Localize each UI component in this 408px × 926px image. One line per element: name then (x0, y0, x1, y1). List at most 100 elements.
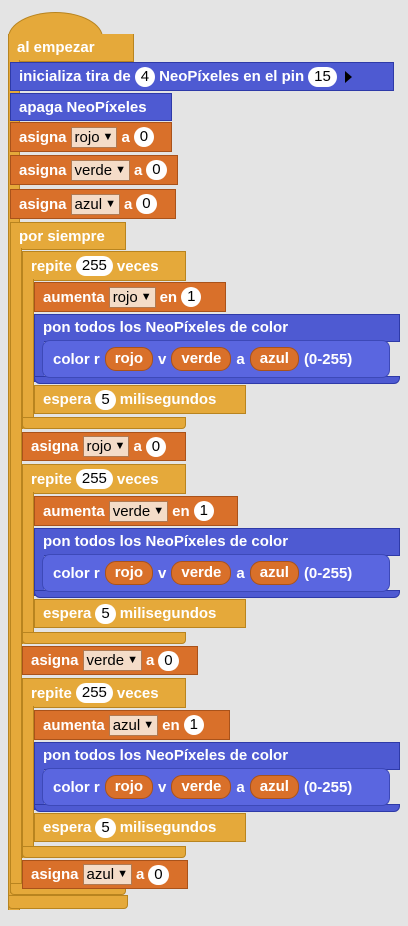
assign-green-block[interactable]: asigna verde ▼ a 0 (10, 155, 178, 185)
repeat-label: repite (31, 684, 72, 702)
assign-blue-block-2[interactable]: asigna azul ▼ a 0 (22, 860, 188, 889)
times-label: veces (116, 257, 159, 275)
v-label: v (158, 564, 167, 582)
value-input[interactable]: 0 (146, 160, 167, 180)
var-pill-blue[interactable]: azul (249, 347, 299, 371)
set-all-color-block-1[interactable]: pon todos los NeoPíxeles de color (34, 314, 400, 342)
repeat-count-input[interactable]: 255 (75, 683, 113, 703)
init-strip-block[interactable]: inicializa tira de 4 NeoPíxeles en el pi… (10, 62, 394, 91)
assign-red-block-2[interactable]: asigna rojo ▼ a 0 (22, 432, 186, 461)
repeat-block-1[interactable]: repite 255 veces (22, 251, 186, 281)
times-label: veces (116, 684, 159, 702)
delay-input[interactable]: 5 (95, 817, 116, 838)
var-pill-blue[interactable]: azul (249, 561, 299, 585)
assign-green-block-2[interactable]: asigna verde ▼ a 0 (22, 646, 198, 675)
repeat-wall-2 (22, 492, 34, 644)
var-pill-red[interactable]: rojo (104, 775, 154, 799)
assign-label: asigna (19, 161, 67, 179)
assign-red-block[interactable]: asigna rojo ▼ a 0 (10, 122, 172, 152)
increase-label: aumenta (43, 288, 105, 306)
var-pill-green[interactable]: verde (171, 561, 232, 585)
color-rgb-block-1[interactable]: color r rojo v verde a azul (0-255) (42, 340, 390, 378)
delay-input[interactable]: 5 (95, 389, 116, 410)
var-pill-green[interactable]: verde (171, 775, 232, 799)
repeat-count-input[interactable]: 255 (75, 469, 113, 489)
increase-label: aumenta (43, 716, 105, 734)
chevron-down-icon: ▼ (105, 197, 116, 210)
set-all-label: pon todos los NeoPíxeles de color (43, 319, 289, 336)
var-dropdown-red[interactable]: rojo ▼ (70, 126, 118, 148)
assign-label: asigna (31, 652, 79, 669)
increase-blue-block[interactable]: aumenta azul ▼ en 1 (34, 710, 230, 740)
var-dropdown-blue[interactable]: azul ▼ (82, 864, 132, 885)
value-input[interactable]: 0 (133, 127, 155, 147)
repeat-block-3[interactable]: repite 255 veces (22, 678, 186, 708)
value-input[interactable]: 0 (136, 194, 157, 214)
assign-blue-block[interactable]: asigna azul ▼ a 0 (10, 189, 176, 219)
led-count-input[interactable]: 4 (134, 66, 156, 87)
turn-off-block[interactable]: apaga NeoPíxeles (10, 93, 172, 121)
var-name: verde (86, 652, 125, 669)
var-pill-red[interactable]: rojo (104, 561, 154, 585)
repeat-wall-3 (22, 706, 34, 858)
al-empezar-label: al empezar (17, 39, 95, 56)
chevron-down-icon: ▼ (143, 718, 155, 731)
by-label: en (162, 716, 180, 734)
increment-input[interactable]: 1 (181, 287, 202, 307)
increase-label: aumenta (43, 502, 105, 520)
assign-label: asigna (19, 128, 67, 146)
var-pill-green[interactable]: verde (171, 347, 232, 371)
var-pill-red[interactable]: rojo (104, 347, 154, 371)
repeat-block-2[interactable]: repite 255 veces (22, 464, 186, 494)
var-name: verde (74, 161, 113, 179)
v-label: v (158, 778, 167, 796)
pin-input[interactable]: 15 (308, 66, 337, 87)
var-dropdown-green[interactable]: verde ▼ (70, 159, 130, 181)
value-input[interactable]: 0 (158, 650, 179, 671)
var-dropdown-blue[interactable]: azul ▼ (70, 193, 120, 215)
wait-block-3[interactable]: espera 5 milisegundos (34, 813, 246, 842)
increase-green-block[interactable]: aumenta verde ▼ en 1 (34, 496, 238, 526)
al-empezar-block[interactable]: al empezar (8, 34, 134, 62)
set-all-label: pon todos los NeoPíxeles de color (43, 747, 289, 764)
color-rgb-block-2[interactable]: color r rojo v verde a azul (0-255) (42, 554, 390, 592)
chevron-down-icon: ▼ (102, 130, 114, 143)
assign-label: asigna (31, 438, 79, 455)
by-label: en (159, 288, 178, 306)
set-all-color-block-2[interactable]: pon todos los NeoPíxeles de color (34, 528, 400, 556)
var-dropdown-blue[interactable]: azul ▼ (108, 714, 159, 736)
color-rgb-block-3[interactable]: color r rojo v verde a azul (0-255) (42, 768, 390, 806)
var-dropdown-green[interactable]: verde ▼ (108, 500, 169, 522)
forever-block[interactable]: por siempre (10, 222, 126, 250)
by-label: en (172, 502, 190, 520)
value-input[interactable]: 0 (148, 864, 169, 885)
forever-wall (10, 248, 22, 893)
var-dropdown-red[interactable]: rojo ▼ (108, 286, 156, 308)
to-label: a (133, 161, 143, 179)
repeat-count-input[interactable]: 255 (75, 256, 113, 276)
var-pill-blue[interactable]: azul (249, 775, 299, 799)
expand-arrow-icon[interactable] (344, 70, 352, 83)
var-name: rojo (112, 288, 138, 306)
color-r-label: color r (53, 778, 100, 796)
increment-input[interactable]: 1 (193, 501, 214, 521)
assign-label: asigna (31, 866, 79, 883)
color-r-label: color r (53, 564, 100, 582)
value-input[interactable]: 0 (145, 436, 167, 457)
var-dropdown-green[interactable]: verde ▼ (82, 650, 142, 671)
repeat-foot-3 (22, 846, 186, 858)
set-all-color-block-3[interactable]: pon todos los NeoPíxeles de color (34, 742, 400, 770)
times-label: veces (116, 470, 159, 488)
increment-input[interactable]: 1 (183, 715, 204, 735)
ms-label: milisegundos (119, 391, 217, 408)
wait-label: espera (43, 391, 92, 408)
var-name: rojo (86, 438, 112, 455)
increase-red-block[interactable]: aumenta rojo ▼ en 1 (34, 282, 226, 312)
wait-block-2[interactable]: espera 5 milisegundos (34, 599, 246, 628)
event-foot (8, 895, 128, 909)
wait-block-1[interactable]: espera 5 milisegundos (34, 385, 246, 414)
var-dropdown-red[interactable]: rojo ▼ (82, 436, 130, 457)
delay-input[interactable]: 5 (95, 603, 116, 624)
ms-label: milisegundos (119, 605, 217, 622)
init-middle-label: NeoPíxeles en el pin (159, 68, 305, 85)
